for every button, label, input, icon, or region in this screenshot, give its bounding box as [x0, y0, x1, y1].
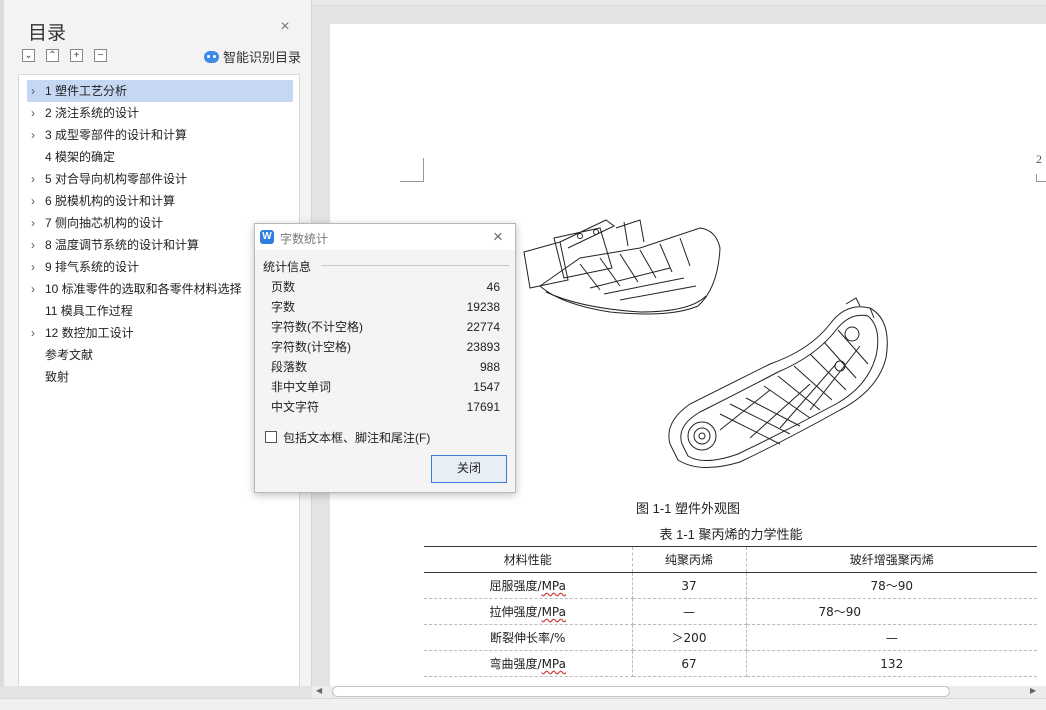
chevron-right-icon[interactable]: ›: [31, 234, 41, 256]
toc-item[interactable]: › 6 脱模机构的设计和计算: [27, 190, 293, 212]
toc-item[interactable]: 4 模架的确定: [27, 146, 293, 168]
close-button[interactable]: 关闭: [431, 455, 507, 483]
crop-mark: [400, 158, 424, 182]
add-icon[interactable]: +: [70, 49, 83, 62]
chevron-right-icon[interactable]: ›: [31, 322, 41, 344]
chevron-right-icon[interactable]: ›: [31, 190, 41, 212]
value-cell: 67: [632, 650, 747, 677]
toc-title: 目录: [28, 23, 67, 44]
table-row: 拉伸强度/MPa — 78～90: [424, 598, 1037, 625]
part-drawing-top: [668, 297, 888, 469]
properties-table: 材料性能 纯聚丙烯 玻纤增强聚丙烯 屈服强度/MPa 37 78～90 拉伸强度…: [424, 546, 1037, 677]
page-number: 2: [1036, 152, 1042, 166]
smart-toc-button[interactable]: 智能识别目录: [204, 47, 301, 66]
panel-edge: [0, 0, 4, 686]
close-icon[interactable]: ×: [278, 19, 292, 35]
stat-row: 中文字符 17691: [271, 400, 500, 414]
word-count-dialog: W 字数统计 × 统计信息 页数 46 字数 19238 字符数(不计空格) 2277…: [254, 223, 516, 493]
expand-icon[interactable]: ⌃: [46, 49, 59, 62]
stat-row: 字符数(不计空格) 22774: [271, 320, 500, 334]
stat-row: 页数 46: [271, 280, 500, 294]
remove-icon[interactable]: −: [94, 49, 107, 62]
collapse-icon[interactable]: ⌄: [22, 49, 35, 62]
toc-item[interactable]: › 1 塑件工艺分析: [27, 80, 293, 102]
value-cell: 132: [746, 650, 1037, 677]
chevron-right-icon[interactable]: ›: [31, 102, 41, 124]
wps-logo-icon: W: [260, 230, 274, 244]
chevron-right-icon[interactable]: ›: [31, 212, 41, 234]
scrollbar-thumb[interactable]: [332, 686, 950, 697]
close-icon[interactable]: ×: [493, 227, 503, 247]
document-top-bar: [312, 0, 1046, 6]
scroll-left-icon[interactable]: ◀: [316, 686, 322, 695]
value-cell: 78～90: [746, 598, 1037, 625]
stat-row: 段落数 988: [271, 360, 500, 374]
chevron-right-icon[interactable]: ›: [31, 124, 41, 146]
table-caption: 表 1-1 聚丙烯的力学性能: [659, 527, 803, 542]
horizontal-scrollbar[interactable]: ◀ ▶: [312, 686, 1046, 698]
property-cell: 拉伸强度/MPa: [424, 598, 633, 625]
dialog-title: 字数统计: [280, 232, 329, 246]
chevron-right-icon[interactable]: ›: [31, 278, 41, 300]
toc-item[interactable]: › 5 对合导向机构零部件设计: [27, 168, 293, 190]
property-cell: 弯曲强度/MPa: [424, 650, 633, 677]
value-cell: ＞200: [632, 624, 747, 651]
chevron-right-icon[interactable]: ›: [31, 256, 41, 278]
column-header: 材料性能: [424, 546, 633, 573]
stat-row: 字数 19238: [271, 300, 500, 314]
value-cell: —: [746, 624, 1037, 651]
table-header-row: 材料性能 纯聚丙烯 玻纤增强聚丙烯: [424, 546, 1037, 573]
value-cell: 37: [632, 572, 747, 599]
section-label: 统计信息: [263, 260, 312, 274]
property-cell: 屈服强度/MPa: [424, 572, 633, 599]
value-cell: —: [632, 598, 747, 625]
crop-mark: [1036, 174, 1046, 182]
stat-row: 非中文单词 1547: [271, 380, 500, 394]
dialog-header[interactable]: W 字数统计 ×: [255, 224, 515, 250]
smart-toc-label: 智能识别目录: [223, 50, 302, 65]
scroll-right-icon[interactable]: ▶: [1030, 686, 1036, 695]
column-header: 玻纤增强聚丙烯: [746, 546, 1037, 573]
stat-row: 字符数(计空格) 23893: [271, 340, 500, 354]
figure-caption: 图 1-1 塑件外观图: [635, 501, 740, 516]
table-row: 弯曲强度/MPa 67 132: [424, 650, 1037, 677]
status-bar: [0, 698, 1046, 710]
toc-item[interactable]: › 2 浇注系统的设计: [27, 102, 293, 124]
property-cell: 断裂伸长率/%: [424, 624, 633, 651]
checkbox-label[interactable]: 包括文本框、脚注和尾注(F): [283, 429, 430, 446]
value-cell: 78～90: [746, 572, 1037, 599]
divider: [321, 265, 509, 266]
table-row: 断裂伸长率/% ＞200 —: [424, 624, 1037, 651]
chevron-right-icon[interactable]: ›: [31, 80, 41, 102]
toc-item[interactable]: › 3 成型零部件的设计和计算: [27, 124, 293, 146]
smart-icon: [204, 50, 219, 63]
include-textbox-checkbox[interactable]: [265, 431, 277, 443]
table-row: 屈服强度/MPa 37 78～90: [424, 572, 1037, 599]
column-header: 纯聚丙烯: [632, 546, 747, 573]
chevron-right-icon[interactable]: ›: [31, 168, 41, 190]
